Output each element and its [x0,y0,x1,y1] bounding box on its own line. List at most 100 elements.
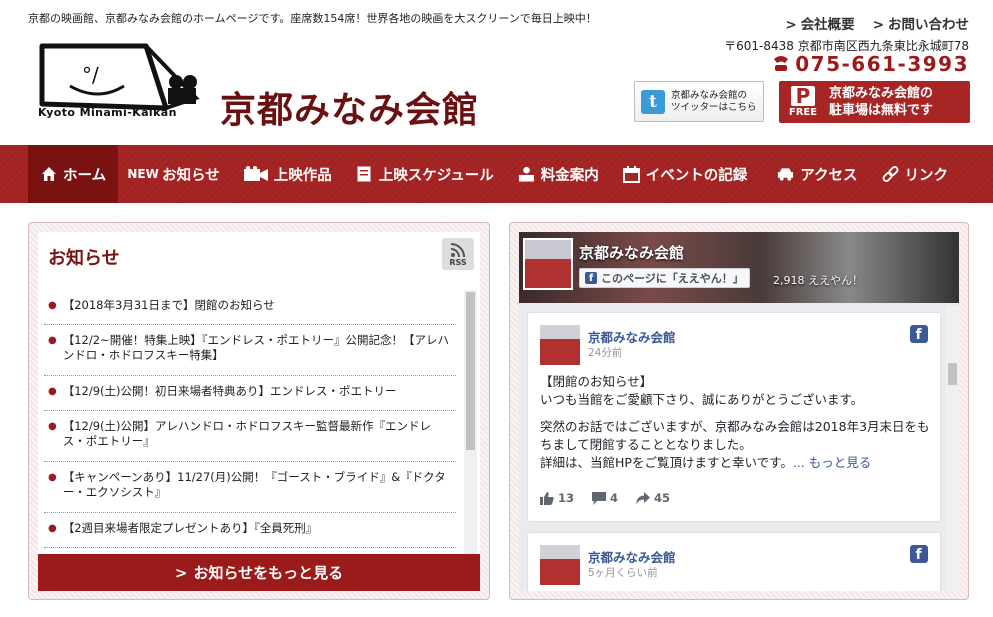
news-panel-inner: お知らせ RSS ● 【2018年3月31日まで】閉館のお知らせ ● 【12/2~開… [38,232,480,591]
bullet-icon: ● [48,421,57,432]
main-nav: ホーム NEW お知らせ 上映作品 上映スケジュール 料金案内 イベントの記録 … [0,145,993,203]
facebook-scrollbar-thumb[interactable] [948,363,957,385]
bullet-icon: ● [48,300,57,311]
chevron-right-icon: > [174,563,188,582]
list-item[interactable]: ● 【12/2~開催！特集上映】『エンドレス・ポエトリー』公開記念！【アレハンドロ… [44,325,456,376]
nav-home[interactable]: ホーム [28,145,119,203]
nav-schedule-label: 上映スケジュール [378,167,494,184]
car-icon [777,166,794,183]
like-action[interactable]: 13 [540,491,574,505]
phone-text: 075-661-3993 [795,52,969,76]
home-icon [40,166,57,183]
twitter-banner[interactable]: t 京都みなみ会館の ツイッターはこちら [634,81,764,122]
news-panel: お知らせ RSS ● 【2018年3月31日まで】閉館のお知らせ ● 【12/2~開… [28,222,490,600]
ticket-icon [518,166,535,183]
post-text-line: 【閉館のお知らせ】 [540,374,653,389]
see-more-link[interactable]: ... もっと見る [793,455,871,470]
list-item[interactable]: ● 【12/9(土)公開】アレハンドロ・ホドロフスキー監督最新作『エンドレス・ポエ… [44,411,456,462]
post-text: 詳細は、当館HPをご覧頂けますと幸いです。 [540,455,793,470]
post-time[interactable]: 24分前 [588,345,622,360]
facebook-icon[interactable]: f [910,325,928,343]
news-title: 【2018年3月31日まで】閉館のお知らせ [62,298,275,312]
list-item[interactable]: ● 【12/9(土)公開！初日来場者特典あり】エンドレス・ポエトリー [44,376,456,411]
list-item[interactable]: ● 【キャンペーンあり】11/27(月)公開！『ゴースト・ブライド』&『ドクター・… [44,462,456,513]
top-links: > 会社概要 > お問い合わせ [785,13,969,33]
post-time[interactable]: 5ヶ月くらい前 [588,565,658,580]
parking-free: FREE [788,107,818,118]
facebook-like-label: このページに「ええやん！」 [601,272,744,285]
share-count: 45 [654,491,671,505]
share-action[interactable]: 45 [636,491,670,505]
nav-home-label: ホーム [63,167,107,184]
post-author[interactable]: 京都みなみ会館 [588,327,676,346]
post-avatar[interactable] [540,545,580,585]
list-item[interactable]: ● 【2週目来場者限定プレゼントあり】『全員死刑』 [44,513,456,548]
post-body: 【閉館のお知らせ】 いつも当館をご愛顧下さり、誠にありがとうございます。 突然のお… [540,373,934,481]
nav-news-label: お知らせ [162,167,220,184]
news-title: 【2週目来場者限定プレゼントあり】『全員死刑』 [62,521,318,535]
nav-price-label: 料金案内 [540,167,599,184]
parking-p: P [791,86,815,106]
company-link-label: 会社概要 [800,17,855,33]
bullet-icon: ● [48,386,57,397]
chevron-right-icon: > [785,17,797,33]
site-title[interactable]: 京都みなみ会館 [220,81,479,133]
nav-films[interactable]: 上映作品 [232,145,344,203]
facebook-page-avatar[interactable] [523,238,573,290]
more-news-button[interactable]: > お知らせをもっと見る [38,554,480,591]
post-author[interactable]: 京都みなみ会館 [588,547,676,566]
link-icon [882,166,899,183]
rss-button[interactable]: RSS [442,238,474,270]
post-avatar[interactable] [540,325,580,365]
svg-text:°/: °/ [82,63,99,87]
news-scrollbar[interactable] [464,290,477,556]
phone-icon [774,56,789,71]
comment-count: 4 [610,491,619,505]
nav-access[interactable]: アクセス [765,145,869,203]
facebook-like-count: 2,918 ええやん！ [773,274,863,287]
twitter-line-1: 京都みなみ会館の [671,89,748,101]
news-icon: NEW [127,167,159,181]
facebook-widget: 京都みなみ会館 f このページに「ええやん！」 2,918 ええやん！ 京都みな… [519,232,959,591]
nav-news[interactable]: NEW お知らせ [118,145,232,203]
comment-action[interactable]: 4 [592,491,618,505]
company-link[interactable]: > 会社概要 [785,13,854,33]
nav-links[interactable]: リンク [870,145,961,203]
news-title: 【12/9(土)公開！初日来場者特典あり】エンドレス・ポエトリー [62,384,397,398]
facebook-icon[interactable]: f [910,545,928,563]
parking-text: 京都みなみ会館の 駐車場は無料です [829,85,933,119]
phone-number[interactable]: 075-661-3993 [771,52,969,76]
twitter-line-2: ツイッターはこちら [671,101,757,113]
rss-label: RSS [449,257,467,267]
nav-schedule[interactable]: 上映スケジュール [344,145,506,203]
camera-icon [243,166,268,183]
like-count: 13 [558,491,575,505]
facebook-page-name[interactable]: 京都みなみ会館 [579,242,684,263]
contact-link[interactable]: > お問い合わせ [873,13,969,33]
logo-text: Kyoto Minami-Kaikan [38,106,177,119]
list-item[interactable]: ● 【2018年3月31日まで】閉館のお知らせ [44,290,456,325]
nav-links-label: リンク [904,167,949,184]
screen-logo-icon: °/ [39,43,200,111]
nav-access-label: アクセス [800,167,858,184]
bullet-icon: ● [48,523,57,534]
facebook-scrollbar[interactable] [946,307,959,591]
facebook-like-button[interactable]: f このページに「ええやん！」 [579,268,750,288]
news-heading: お知らせ [48,248,120,269]
news-scrollbar-thumb[interactable] [466,292,475,450]
calendar-icon [622,165,640,183]
nav-price[interactable]: 料金案内 [506,145,611,203]
twitter-banner-text: 京都みなみ会館の ツイッターはこちら [671,90,757,114]
facebook-post: 京都みなみ会館 24分前 f 【閉館のお知らせ】 いつも当館をご愛顧下さり、誠にあ… [527,312,941,522]
news-title: 【12/2~開催！特集上映】『エンドレス・ポエトリー』公開記念！【アレハンドロ・… [62,333,449,362]
chevron-right-icon: > [872,17,884,33]
parking-line-2: 駐車場は無料です [829,103,934,118]
bullet-icon: ● [48,335,57,346]
nav-films-label: 上映作品 [273,167,332,184]
nav-events[interactable]: イベントの記録 [611,145,760,203]
parking-banner[interactable]: P FREE 京都みなみ会館の 駐車場は無料です [779,81,970,123]
news-title: 【キャンペーンあり】11/27(月)公開！『ゴースト・ブライド』&『ドクター・エ… [62,470,446,499]
share-icon [636,491,651,504]
post-actions: 13 4 45 [540,491,670,505]
more-news-label: お知らせをもっと見る [193,564,344,582]
